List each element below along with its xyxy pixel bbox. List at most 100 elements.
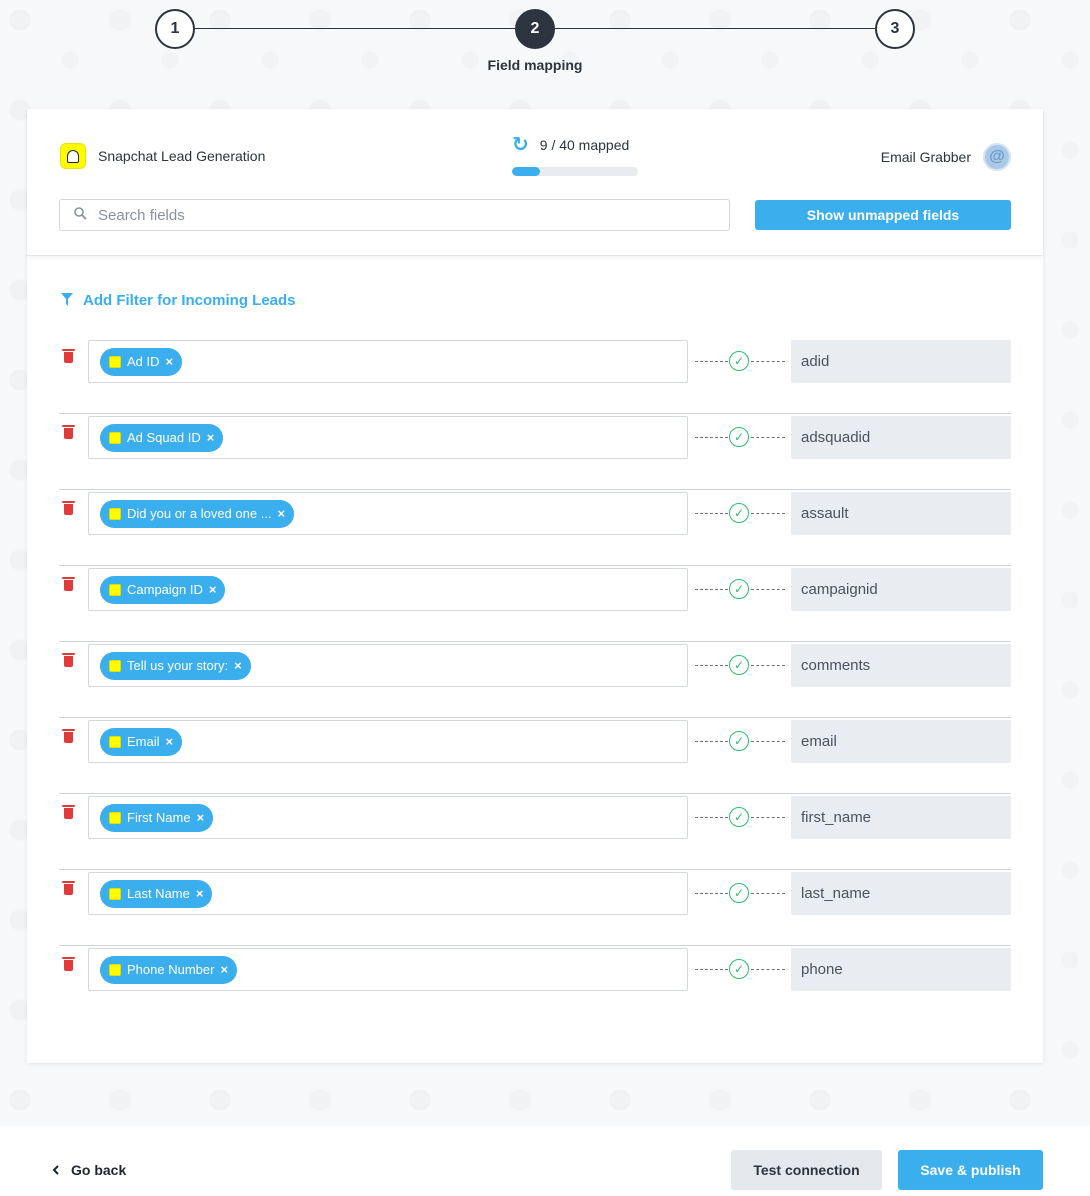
progress-bar <box>512 167 638 176</box>
save-publish-button[interactable]: Save & publish <box>898 1150 1043 1190</box>
source-field-chip: Ad ID × <box>100 347 183 376</box>
mapping-connector: ✓ <box>695 731 785 751</box>
trash-icon[interactable] <box>62 957 75 971</box>
check-icon: ✓ <box>729 807 749 827</box>
trash-icon[interactable] <box>62 425 75 439</box>
mapping-rows: Ad ID × ✓ adid Ad Squad ID × ✓ adsquadid <box>59 338 1011 1022</box>
close-icon[interactable]: × <box>166 734 174 749</box>
email-grabber-logo-icon: @ <box>983 143 1011 171</box>
target-field: campaignid <box>791 568 1011 611</box>
target-field: phone <box>791 948 1011 991</box>
close-icon[interactable]: × <box>209 582 217 597</box>
source-field-label: Tell us your story: <box>127 658 229 673</box>
close-icon[interactable]: × <box>197 810 205 825</box>
snapchat-chip-icon <box>109 507 121 520</box>
add-filter-label: Add Filter for Incoming Leads <box>83 292 296 309</box>
check-icon: ✓ <box>729 731 749 751</box>
target-field: first_name <box>791 796 1011 839</box>
close-icon[interactable]: × <box>278 506 286 521</box>
trash-icon[interactable] <box>62 577 75 591</box>
close-icon[interactable]: × <box>234 658 242 673</box>
trash-icon[interactable] <box>62 349 75 363</box>
close-icon[interactable]: × <box>207 430 215 445</box>
source-field-box[interactable]: Tell us your story: × <box>88 644 688 687</box>
progress-bar-fill <box>512 167 541 176</box>
mapping-connector: ✓ <box>695 655 785 675</box>
source-field-chip: Phone Number × <box>100 955 238 984</box>
mapping-row: First Name × ✓ first_name <box>59 794 1011 870</box>
destination-app: Email Grabber @ <box>881 143 1011 171</box>
snapchat-chip-icon <box>109 887 121 900</box>
target-field: last_name <box>791 872 1011 915</box>
trash-icon[interactable] <box>62 501 75 515</box>
field-mapping-card: Snapchat Lead Generation ↻ 9 / 40 mapped… <box>27 109 1043 1063</box>
snapchat-chip-icon <box>109 431 121 444</box>
close-icon[interactable]: × <box>220 962 228 977</box>
snapchat-chip-icon <box>109 811 121 824</box>
mapping-row: Phone Number × ✓ phone <box>59 946 1011 1022</box>
go-back-link[interactable]: Go back <box>52 1162 126 1178</box>
search-icon <box>74 207 87 223</box>
mapping-row: Did you or a loved one ... × ✓ assault <box>59 490 1011 566</box>
source-field-chip: Last Name × <box>100 879 213 908</box>
source-app: Snapchat Lead Generation <box>60 143 265 169</box>
source-field-label: Did you or a loved one ... <box>127 506 272 521</box>
trash-icon[interactable] <box>62 653 75 667</box>
trash-icon[interactable] <box>62 881 75 895</box>
source-field-label: Phone Number <box>127 962 215 977</box>
check-icon: ✓ <box>729 655 749 675</box>
source-field-box[interactable]: Campaign ID × <box>88 568 688 611</box>
search-input[interactable] <box>98 206 698 224</box>
mapping-row: Tell us your story: × ✓ comments <box>59 642 1011 718</box>
test-connection-button[interactable]: Test connection <box>731 1150 882 1190</box>
mapping-row: Last Name × ✓ last_name <box>59 870 1011 946</box>
source-field-label: Last Name <box>127 886 190 901</box>
mapping-row: Ad ID × ✓ adid <box>59 338 1011 414</box>
source-field-chip: Campaign ID × <box>100 575 226 604</box>
step-connector-1-2 <box>195 28 515 29</box>
source-field-chip: First Name × <box>100 803 214 832</box>
source-field-label: Campaign ID <box>127 582 203 597</box>
close-icon[interactable]: × <box>166 354 174 369</box>
source-field-box[interactable]: First Name × <box>88 796 688 839</box>
mapping-connector: ✓ <box>695 503 785 523</box>
card-header: Snapchat Lead Generation ↻ 9 / 40 mapped… <box>27 109 1043 256</box>
mapping-connector: ✓ <box>695 579 785 599</box>
source-field-label: First Name <box>127 810 191 825</box>
refresh-icon[interactable]: ↻ <box>512 135 529 155</box>
target-field: assault <box>791 492 1011 535</box>
mapping-connector: ✓ <box>695 883 785 903</box>
snapchat-logo-icon <box>60 143 86 169</box>
source-field-box[interactable]: Last Name × <box>88 872 688 915</box>
target-field: adsquadid <box>791 416 1011 459</box>
source-app-name: Snapchat Lead Generation <box>98 148 266 164</box>
step-1[interactable]: 1 <box>155 9 195 49</box>
source-field-box[interactable]: Did you or a loved one ... × <box>88 492 688 535</box>
snapchat-chip-icon <box>109 659 121 672</box>
snapchat-chip-icon <box>109 355 121 368</box>
show-unmapped-fields-button[interactable]: Show unmapped fields <box>755 200 1011 230</box>
mapping-row: Email × ✓ email <box>59 718 1011 794</box>
check-icon: ✓ <box>729 503 749 523</box>
source-field-box[interactable]: Ad Squad ID × <box>88 416 688 459</box>
source-field-label: Ad ID <box>127 354 160 369</box>
step-3[interactable]: 3 <box>875 9 915 49</box>
step-2[interactable]: 2 <box>515 9 555 49</box>
source-field-chip: Did you or a loved one ... × <box>100 499 295 528</box>
snapchat-chip-icon <box>109 963 121 976</box>
destination-app-name: Email Grabber <box>880 149 971 165</box>
trash-icon[interactable] <box>62 805 75 819</box>
target-field: comments <box>791 644 1011 687</box>
add-filter-link[interactable]: Add Filter for Incoming Leads <box>61 292 296 309</box>
stepper: 1 2 3 Field mapping <box>0 8 1090 78</box>
source-field-label: Email <box>127 734 160 749</box>
check-icon: ✓ <box>729 883 749 903</box>
source-field-box[interactable]: Ad ID × <box>88 340 688 383</box>
source-field-chip: Tell us your story: × <box>100 651 251 680</box>
trash-icon[interactable] <box>62 729 75 743</box>
target-field: email <box>791 720 1011 763</box>
source-field-box[interactable]: Email × <box>88 720 688 763</box>
close-icon[interactable]: × <box>196 886 204 901</box>
search-field-box[interactable] <box>59 199 730 231</box>
source-field-box[interactable]: Phone Number × <box>88 948 688 991</box>
